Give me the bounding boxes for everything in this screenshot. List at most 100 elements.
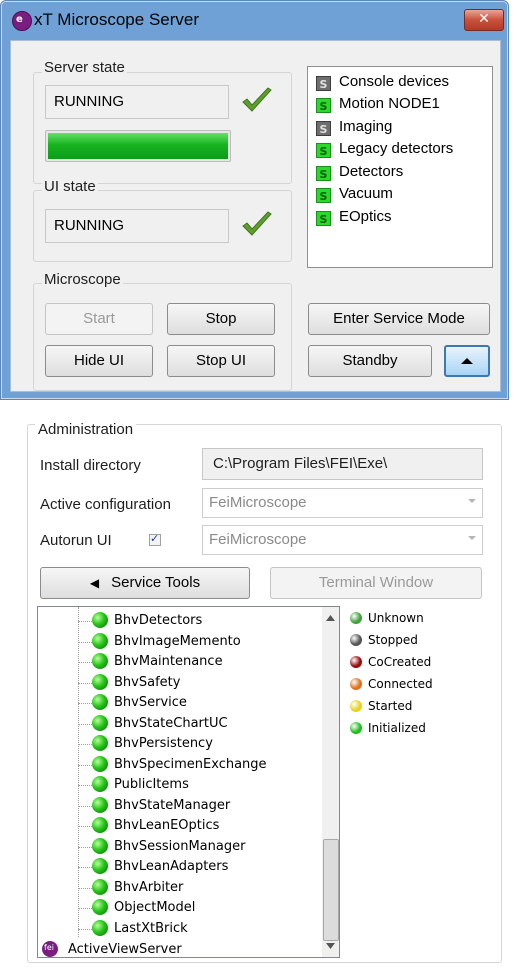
enter-service-mode-button[interactable]: Enter Service Mode [308, 303, 490, 335]
device-item[interactable]: S Legacy detectors [316, 140, 453, 158]
status-badge: S [316, 76, 331, 91]
terminal-window-button[interactable]: Terminal Window [270, 567, 482, 599]
server-progress-fill [48, 133, 228, 159]
tree-item[interactable]: BhvPersistency [114, 736, 213, 751]
legend-item: Connected [350, 677, 433, 691]
tree-item[interactable]: BhvSessionManager [114, 839, 245, 854]
tree-item[interactable]: BhvService [114, 695, 187, 710]
device-item[interactable]: S Imaging [316, 118, 392, 136]
status-badge: S [316, 188, 331, 203]
server-state-value: RUNNING [45, 85, 229, 119]
legend-item: Initialized [350, 721, 426, 735]
collapse-button[interactable] [444, 345, 490, 377]
tree-item[interactable]: ObjectModel [114, 900, 195, 915]
tree-item[interactable]: BhvSpecimenExchange [114, 757, 267, 772]
tree-item[interactable]: BhvArbiter [114, 880, 183, 895]
status-dot-icon [92, 673, 108, 690]
ui-ok-check-icon [242, 211, 272, 236]
device-item[interactable]: S Console devices [316, 73, 449, 91]
status-dot-icon [92, 632, 108, 649]
tree-item[interactable]: BhvStateManager [114, 798, 230, 813]
standby-button[interactable]: Standby [308, 345, 432, 377]
device-item[interactable]: S Motion NODE1 [316, 95, 440, 113]
active-configuration-select[interactable]: FeiMicroscope [202, 488, 483, 518]
status-dot-icon [92, 653, 108, 669]
scroll-thumb[interactable] [323, 839, 339, 941]
status-badge: S [316, 143, 331, 158]
legend-item: Stopped [350, 633, 418, 647]
autorun-ui-select[interactable]: FeiMicroscope [202, 525, 483, 555]
hide-ui-button[interactable]: Hide UI [45, 345, 153, 377]
scroll-up-icon[interactable] [326, 615, 335, 621]
scroll-down-icon[interactable] [326, 943, 335, 949]
status-badge: S [316, 166, 331, 181]
tree-item[interactable]: BhvDetectors [114, 613, 202, 628]
tree-scrollbar[interactable] [322, 607, 339, 957]
stop-button[interactable]: Stop [167, 303, 275, 335]
status-dot-icon [92, 837, 108, 854]
install-directory-field[interactable]: C:\Program Files\FEI\Exe\ [202, 448, 483, 480]
chevron-down-icon [468, 499, 476, 503]
status-badge: S [316, 211, 331, 226]
legend-item: Started [350, 699, 412, 713]
install-directory-label: Install directory [40, 457, 141, 474]
status-dot-icon [350, 678, 362, 690]
service-tools-button[interactable]: ◀ Service Tools [40, 567, 250, 599]
tree-item[interactable]: BhvMaintenance [114, 654, 223, 669]
chevron-up-icon [461, 358, 473, 364]
status-dot-icon [92, 919, 108, 936]
status-dot-icon [350, 612, 362, 624]
app-icon: e [12, 11, 32, 31]
status-dot-icon [350, 722, 362, 734]
ui-state-value: RUNNING [45, 209, 229, 243]
stop-ui-button[interactable]: Stop UI [167, 345, 275, 377]
status-dot-icon [92, 735, 108, 751]
active-configuration-label: Active configuration [40, 496, 171, 513]
ui-state-label: UI state [42, 178, 98, 195]
device-item[interactable]: S Detectors [316, 163, 403, 181]
status-dot-icon [92, 694, 108, 710]
status-dot-icon [92, 714, 108, 731]
server-ok-check-icon [242, 87, 272, 112]
status-badge: S [316, 98, 331, 113]
status-dot-icon [350, 656, 362, 668]
autorun-ui-checkbox[interactable]: ✓ [149, 532, 161, 546]
tree-root-item[interactable]: ActiveViewServer [68, 942, 182, 957]
legend-item: CoCreated [350, 655, 431, 669]
server-progress-bar [45, 130, 231, 162]
triangle-left-icon: ◀ [89, 576, 100, 590]
check-icon: ✓ [150, 532, 160, 545]
status-dot-icon [92, 612, 108, 628]
status-dot-icon [92, 899, 108, 915]
autorun-ui-label: Autorun UI [40, 532, 112, 549]
server-state-label: Server state [42, 59, 127, 76]
legend-item: Unknown [350, 611, 424, 625]
component-tree[interactable]: BhvDetectors BhvImageMemento BhvMaintenanc… [37, 606, 340, 958]
fei-icon: fei [42, 941, 58, 957]
title-bar[interactable]: e xT Microscope Server ✕ [0, 0, 507, 40]
tree-item[interactable]: BhvSafety [114, 675, 180, 690]
tree-item[interactable]: BhvStateChartUC [114, 716, 228, 731]
tree-item[interactable]: BhvLeanAdapters [114, 859, 228, 874]
close-button[interactable]: ✕ [464, 9, 504, 31]
status-dot-icon [350, 700, 362, 712]
status-dot-icon [92, 878, 108, 895]
status-dot-icon [92, 796, 108, 813]
tree-item[interactable]: BhvLeanEOptics [114, 818, 219, 833]
device-item[interactable]: S Vacuum [316, 185, 393, 203]
tree-item[interactable]: PublicItems [114, 777, 189, 792]
tree-item[interactable]: LastXtBrick [114, 921, 188, 936]
tree-item[interactable]: BhvImageMemento [114, 634, 241, 649]
status-dot-icon [92, 858, 108, 874]
start-button[interactable]: Start [45, 303, 153, 335]
device-item[interactable]: S EOptics [316, 208, 392, 226]
administration-label: Administration [35, 421, 137, 438]
status-dot-icon [92, 776, 108, 792]
device-list[interactable]: S Console devices S Motion NODE1 S Imaging … [307, 66, 493, 268]
status-dot-icon [350, 634, 362, 646]
status-badge: S [316, 121, 331, 136]
microscope-label: Microscope [42, 271, 123, 288]
status-dot-icon [92, 755, 108, 772]
status-dot-icon [92, 817, 108, 833]
chevron-down-icon [468, 536, 476, 540]
